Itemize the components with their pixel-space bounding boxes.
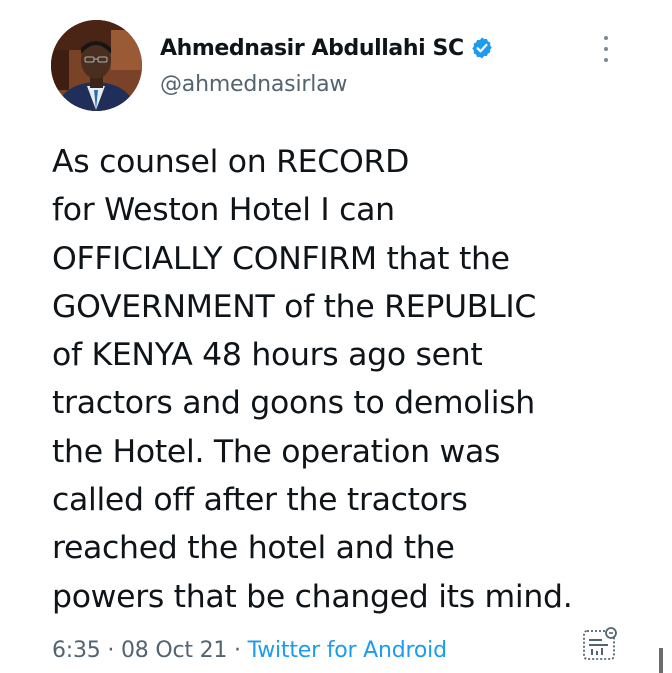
tweet-date[interactable]: 08 Oct 21 bbox=[121, 638, 227, 663]
tweet-source-link[interactable]: Twitter for Android bbox=[248, 638, 447, 663]
tweet-line: tractors and goons to demolish bbox=[52, 385, 535, 422]
author-name-row[interactable]: Ahmednasir Abdullahi SC bbox=[160, 33, 494, 63]
tweet-time[interactable]: 6:35 bbox=[52, 638, 101, 663]
author-avatar[interactable] bbox=[51, 20, 142, 111]
tweet-line: As counsel on RECORD bbox=[52, 144, 410, 180]
tweet-meta: 6:35 · 08 Oct 21 · Twitter for Android bbox=[52, 638, 447, 663]
author-name[interactable]: Ahmednasir Abdullahi SC bbox=[160, 36, 464, 61]
tweet-line: for Weston Hotel I can bbox=[52, 192, 395, 229]
scrollbar-indicator bbox=[659, 648, 663, 673]
more-dot bbox=[604, 58, 608, 62]
tweet-line: GOVERNMENT of the REPUBLIC bbox=[52, 288, 537, 325]
more-dot bbox=[604, 36, 608, 40]
more-dot bbox=[604, 47, 608, 51]
tweet-card: Ahmednasir Abdullahi SC @ahmednasirlaw A… bbox=[0, 0, 672, 673]
tweet-line: the Hotel. The operation was bbox=[52, 433, 501, 470]
meta-separator: · bbox=[107, 638, 121, 663]
tweet-text: As counsel on RECORD for Weston Hotel I … bbox=[52, 138, 652, 621]
more-options-icon[interactable] bbox=[596, 36, 616, 62]
avatar-photo-icon bbox=[51, 20, 142, 111]
tweet-line: reached the hotel and the bbox=[52, 530, 455, 567]
meta-separator: · bbox=[234, 638, 248, 663]
tweet-line: of KENYA 48 hours ago sent bbox=[52, 337, 483, 374]
tweet-line: OFFICIALLY CONFIRM that the bbox=[52, 240, 510, 277]
author-handle[interactable]: @ahmednasirlaw bbox=[160, 72, 347, 97]
verified-badge-icon bbox=[472, 37, 492, 59]
tweet-line: powers that be changed its mind. bbox=[52, 578, 573, 615]
tweet-line: called off after the tractors bbox=[52, 482, 468, 519]
view-analytics-icon[interactable] bbox=[580, 624, 620, 664]
